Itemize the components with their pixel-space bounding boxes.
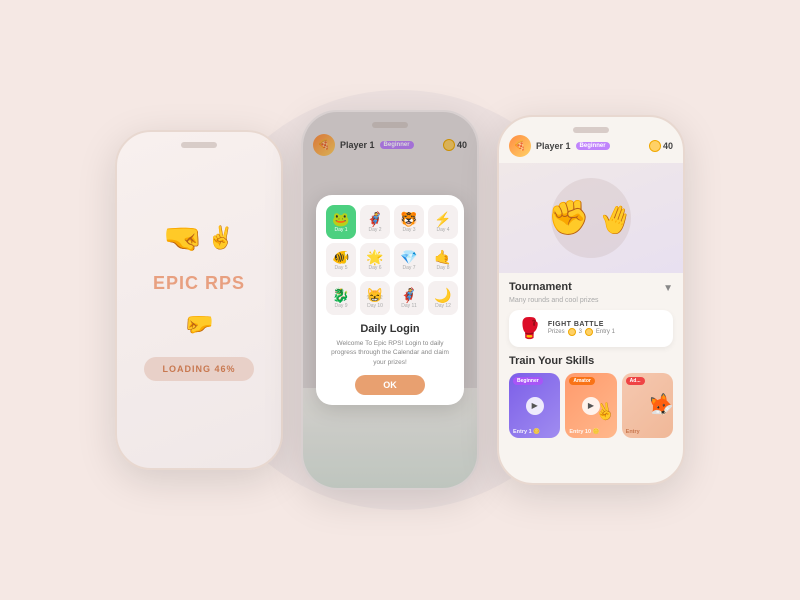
day3-label: Day 3 [402,227,415,233]
calendar-day-11: 🦸 Day 11 [394,281,424,315]
advanced-badge: Ad... [626,377,645,385]
calendar-day-1: 🐸 Day 1 [326,205,356,239]
day9-label: Day 9 [334,303,347,309]
train-cards-container: Beginner ▶ Entry 1 🪙 Amator ▶ ✌️ Entry 1… [509,373,673,438]
loading-screen: 🤜 ✌️ EPIC RPS 🤛 LOADING 46% [117,132,281,468]
phone3-header: 🍕 Player 1 Beginner 40 [499,117,683,163]
tournament-info: FIGHT BATTLE Prizes 3 Entry 1 [548,321,665,336]
entry-2: Entry 10 🪙 [565,426,616,438]
prize-coin-1 [568,328,576,336]
coin-count-3: 40 [649,140,673,152]
app-title: EPIC RPS [153,273,245,294]
tournament-prizes: Prizes 3 Entry 1 [548,328,665,336]
day4-icon: ⚡ [434,212,451,226]
tournament-name: FIGHT BATTLE [548,321,665,328]
coin-value-3: 40 [663,141,673,151]
day11-icon: 🦸 [400,288,417,302]
calendar-day-6: 🌟 Day 6 [360,243,390,277]
day5-label: Day 5 [334,265,347,271]
calendar-day-5: 🐠 Day 5 [326,243,356,277]
train-card-advanced[interactable]: Ad... 🦊 Entry [622,373,673,438]
hero-hand-left: ✊ [548,199,590,237]
day2-icon: 🦸 [366,212,383,226]
modal-description: Welcome To Epic RPS! Login to daily prog… [326,339,454,366]
ok-button[interactable]: OK [355,375,425,395]
paper-hand-icon: 🤛 [184,310,214,339]
tournament-subtitle: Many rounds and cool prizes [509,297,673,304]
hero-hand-right: 🤚 [595,198,639,241]
top-hands: 🤜 ✌️ [163,219,234,257]
calendar-day-4: ⚡ Day 4 [428,205,458,239]
day3-icon: 🐯 [400,212,417,226]
day8-icon: 🤙 [434,250,451,264]
calendar-grid: 🐸 Day 1 🦸 Day 2 🐯 Day 3 ⚡ Day 4 [326,205,454,315]
coin-icon-3 [649,140,661,152]
entry-3: Entry [622,426,673,438]
phone-notch-3 [573,127,609,133]
calendar-day-10: 😸 Day 10 [360,281,390,315]
prizes-value: 3 [579,329,582,335]
tournament-title: Tournament [509,281,572,293]
day12-icon: 🌙 [434,288,451,302]
calendar-day-9: 🐉 Day 9 [326,281,356,315]
scissors-hand-icon: ✌️ [207,225,234,251]
entry-1: Entry 1 🪙 [509,426,560,438]
modal-overlay: 🐸 Day 1 🦸 Day 2 🐯 Day 3 ⚡ Day 4 [303,112,477,488]
calendar-day-8: 🤙 Day 8 [428,243,458,277]
calendar-day-7: 💎 Day 7 [394,243,424,277]
prizes-label: Prizes [548,329,565,335]
phone3-body: Tournament ▼ Many rounds and cool prizes… [499,273,683,483]
avatar-3: 🍕 [509,135,531,157]
main-scene: 🤜 ✌️ EPIC RPS 🤛 LOADING 46% 🍕 Player 1 B… [0,0,800,600]
day1-icon: 🐸 [332,212,349,226]
tournament-header: Tournament ▼ [509,281,673,295]
phone-loading: 🤜 ✌️ EPIC RPS 🤛 LOADING 46% [115,130,283,470]
loading-bar: LOADING 46% [144,357,253,381]
day11-label: Day 11 [401,303,416,309]
day6-icon: 🌟 [366,250,383,264]
amator-badge: Amator [569,377,595,385]
bottom-hands: 🤛 [184,310,214,339]
phone-main: 🍕 Player 1 Beginner 40 ✊ 🤚 Tournament ▼ … [497,115,685,485]
prize-coin-2 [585,328,593,336]
day6-label: Day 6 [368,265,381,271]
day1-label: Day 1 [334,227,347,233]
calendar-day-12: 🌙 Day 12 [428,281,458,315]
day2-label: Day 2 [368,227,381,233]
train-title: Train Your Skills [509,355,673,367]
tournament-battle-icon: 🥊 [517,316,542,341]
day8-label: Day 8 [436,265,449,271]
beginner-badge: Beginner [513,377,543,385]
player-name-3: Player 1 [536,141,571,151]
day7-icon: 💎 [400,250,417,264]
day4-label: Day 4 [436,227,449,233]
day12-label: Day 12 [435,303,451,309]
daily-login-modal: 🐸 Day 1 🦸 Day 2 🐯 Day 3 ⚡ Day 4 [316,195,464,404]
calendar-day-3: 🐯 Day 3 [394,205,424,239]
hand-emoji-3: 🦊 [645,389,673,421]
dropdown-icon[interactable]: ▼ [663,283,673,294]
rock-hand-icon: 🤜 [163,219,203,257]
day10-icon: 😸 [366,288,383,302]
entry-label: Entry 1 [596,329,615,335]
phone-daily-login: 🍕 Player 1 Beginner 40 🐸 Day 1 🦸 Day [301,110,479,490]
tournament-card[interactable]: 🥊 FIGHT BATTLE Prizes 3 Entry 1 [509,310,673,347]
player-badge-3: Beginner [576,142,610,150]
day5-icon: 🐠 [332,250,349,264]
day10-label: Day 10 [367,303,383,309]
train-card-amator[interactable]: Amator ▶ ✌️ Entry 10 🪙 [565,373,616,438]
hero-section: ✊ 🤚 [499,163,683,273]
play-button-1[interactable]: ▶ [526,397,544,415]
calendar-day-2: 🦸 Day 2 [360,205,390,239]
day9-icon: 🐉 [332,288,349,302]
phone-notch [181,142,217,148]
hero-hands: ✊ 🤚 [548,198,635,238]
loading-text: LOADING 46% [162,364,235,374]
train-card-beginner[interactable]: Beginner ▶ Entry 1 🪙 [509,373,560,438]
day7-label: Day 7 [402,265,415,271]
modal-title: Daily Login [326,323,454,335]
